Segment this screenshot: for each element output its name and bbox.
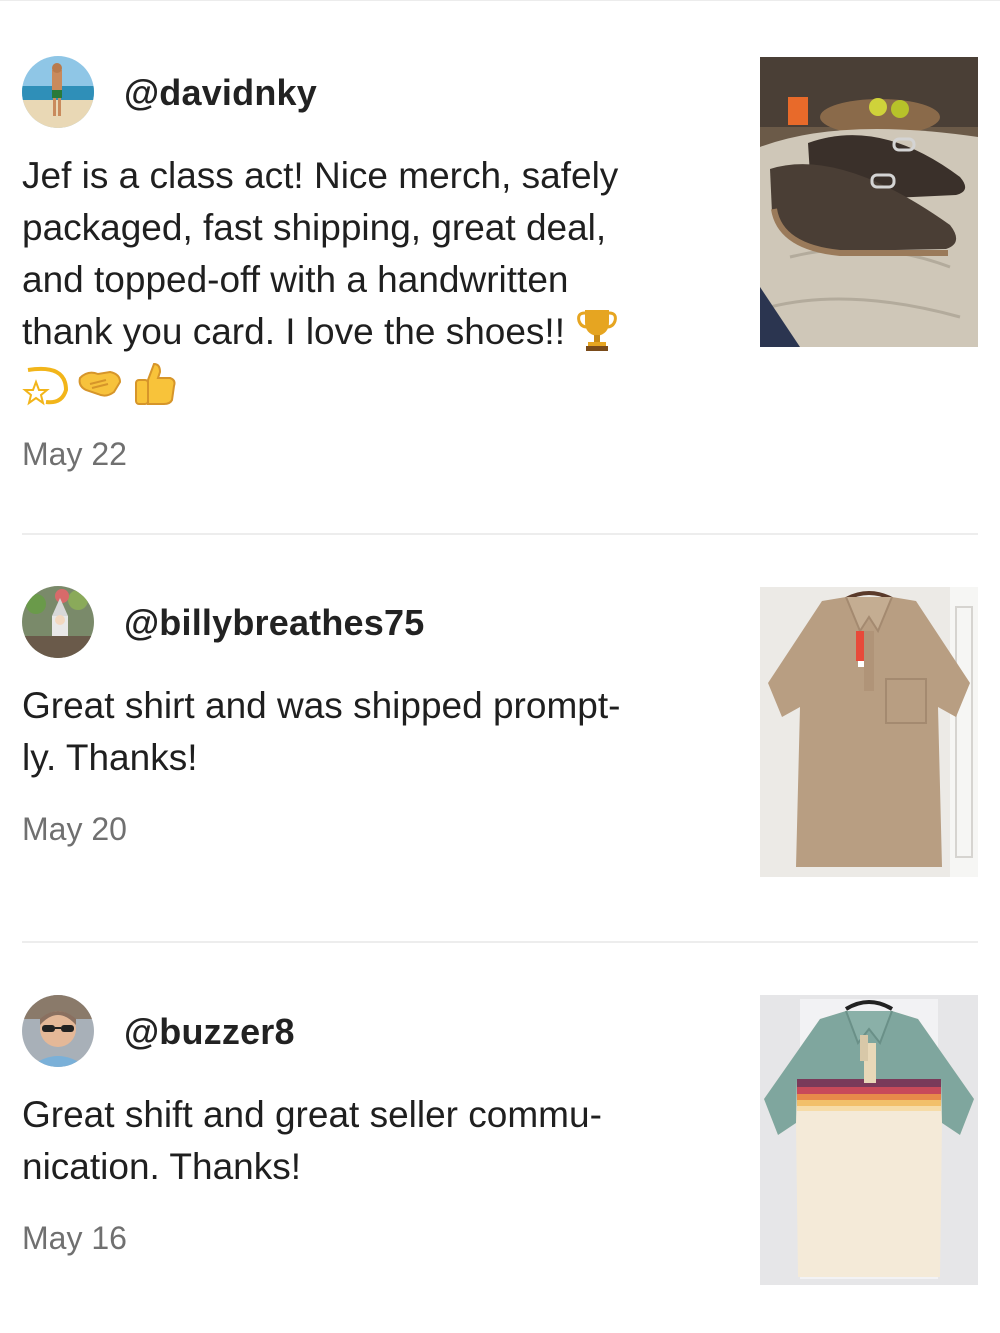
top-divider	[0, 0, 1000, 1]
avatar[interactable]	[22, 56, 94, 128]
review-text: Jef is a class act! Nice merch, safely p…	[22, 155, 619, 352]
thumbs-up-emoji	[135, 362, 176, 405]
tan-polo-shirt-photo[interactable]	[760, 587, 978, 877]
trophy-emoji	[577, 310, 617, 351]
username[interactable]: @buzzer8	[124, 1011, 295, 1053]
review-text: Great shirt and was shipped prompt- ly. …	[22, 685, 621, 778]
username[interactable]: @billybreathes75	[124, 602, 424, 644]
review-divider	[22, 941, 978, 943]
striped-polo-shirt-image	[760, 995, 978, 1285]
handshake-emoji	[78, 370, 122, 397]
man-sunglasses-avatar-image	[22, 995, 94, 1067]
review-text: Great shift and great seller commu- nica…	[22, 1094, 602, 1187]
avatar[interactable]	[22, 995, 94, 1067]
loafers-image	[760, 57, 978, 347]
review-date: May 16	[22, 1220, 127, 1256]
review-divider	[22, 533, 978, 535]
dizzy-star-emoji	[22, 367, 69, 406]
beach-avatar-image	[22, 56, 94, 128]
review-date: May 20	[22, 811, 127, 847]
tan-polo-shirt-image	[760, 587, 978, 877]
review-date: May 22	[22, 436, 127, 472]
loafers-photo[interactable]	[760, 57, 978, 347]
avatar[interactable]	[22, 586, 94, 658]
username[interactable]: @davidnky	[124, 72, 317, 114]
emoji-row	[22, 360, 178, 406]
striped-polo-shirt-photo[interactable]	[760, 995, 978, 1285]
garden-gnome-avatar-image	[22, 586, 94, 658]
